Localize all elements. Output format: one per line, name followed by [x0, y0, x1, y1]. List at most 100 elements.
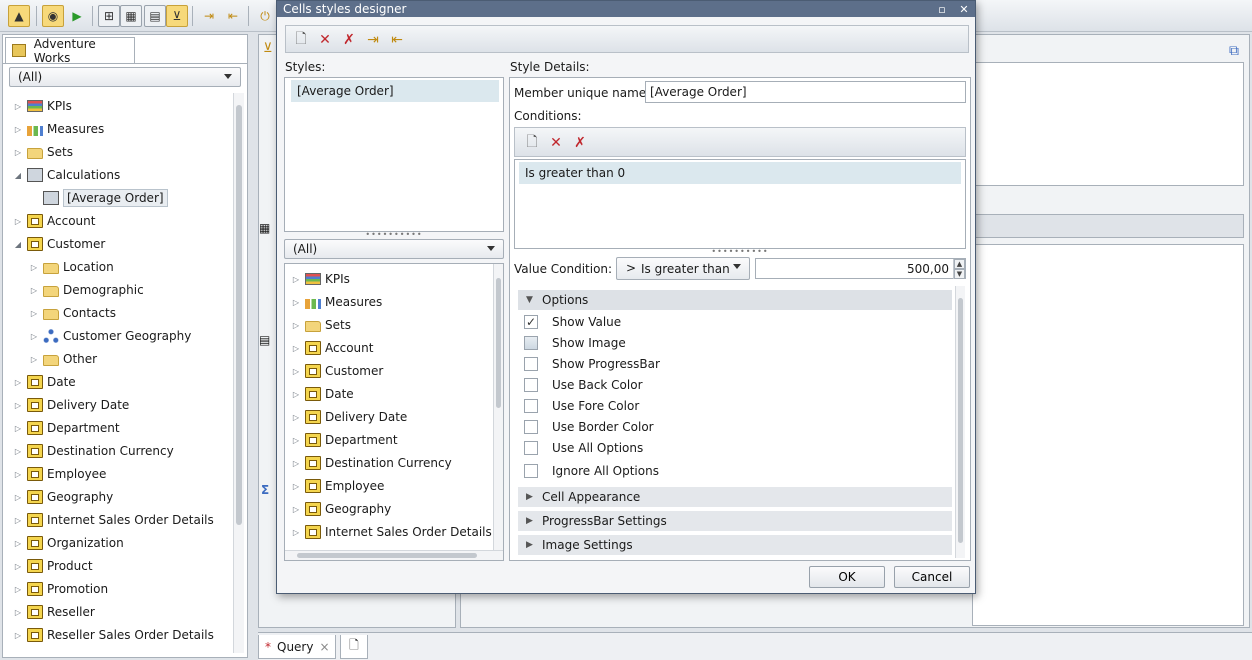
delete-icon[interactable]: ✕: [316, 31, 334, 49]
option-row[interactable]: Use Back Color: [524, 375, 643, 395]
option-checkbox[interactable]: [524, 357, 538, 371]
tree-item[interactable]: ◢ Calculations: [13, 164, 120, 186]
value-condition-operator-select[interactable]: > Is greater than: [616, 257, 750, 280]
tree-item[interactable]: ▷ Contacts: [29, 302, 116, 324]
close-icon[interactable]: ✕: [957, 2, 971, 16]
delete-condition-icon[interactable]: ✕: [547, 134, 565, 152]
tab-adventure-works[interactable]: Adventure Works: [5, 37, 135, 65]
tree-item[interactable]: ▷ Reseller: [13, 601, 95, 623]
section-header[interactable]: ▶ Image Settings: [518, 535, 952, 555]
expand-arrow-icon[interactable]: ▷: [291, 320, 301, 330]
option-row[interactable]: Show Image: [524, 333, 626, 353]
expand-arrow-icon[interactable]: ▷: [13, 400, 23, 410]
option-row[interactable]: ✓ Show Value: [524, 312, 621, 332]
option-row[interactable]: Use Border Color: [524, 417, 654, 437]
expand-arrow-icon[interactable]: ▷: [291, 435, 301, 445]
new-query-tab[interactable]: 🗋: [340, 635, 368, 659]
metadata-tree-scrollbar[interactable]: [233, 93, 244, 653]
expand-arrow-icon[interactable]: ▷: [13, 492, 23, 502]
scrollbar-thumb[interactable]: [297, 553, 477, 558]
tree-item[interactable]: ▷ Date: [13, 371, 76, 393]
expand-arrow-icon[interactable]: ▷: [29, 262, 39, 272]
import-icon[interactable]: ⇥: [364, 31, 382, 49]
expand-arrow-icon[interactable]: ▷: [13, 124, 23, 134]
expand-arrow-icon[interactable]: ▷: [13, 607, 23, 617]
option-checkbox[interactable]: [524, 378, 538, 392]
maximize-icon[interactable]: ▫: [935, 2, 949, 16]
tree-item[interactable]: ▷ KPIs: [13, 95, 72, 117]
tree-item[interactable]: ▷ Department: [13, 417, 120, 439]
expand-arrow-icon[interactable]: ▷: [13, 538, 23, 548]
value-stepper[interactable]: ▲ ▼: [953, 259, 965, 279]
cube-icon[interactable]: ◉: [42, 5, 64, 27]
option-checkbox[interactable]: [524, 441, 538, 455]
grid-icon[interactable]: ▤: [144, 5, 166, 27]
collapse-arrow-icon[interactable]: ◢: [13, 239, 23, 249]
run-icon[interactable]: ▶: [66, 5, 88, 27]
tree-item[interactable]: ▷ Demographic: [29, 279, 144, 301]
tree-item[interactable]: ▷ Internet Sales Order Details: [291, 521, 492, 543]
tree-item[interactable]: ▷ Location: [29, 256, 114, 278]
option-row[interactable]: Ignore All Options: [524, 461, 659, 481]
ok-button[interactable]: OK: [809, 566, 885, 588]
expand-arrow-icon[interactable]: ▷: [291, 274, 301, 284]
new-style-icon[interactable]: 🗋: [292, 31, 310, 49]
option-checkbox[interactable]: [524, 420, 538, 434]
tree-item[interactable]: ▷ Organization: [13, 532, 124, 554]
tree-item[interactable]: ▷ Geography: [291, 498, 391, 520]
expand-arrow-icon[interactable]: ▷: [291, 389, 301, 399]
option-row[interactable]: Show ProgressBar: [524, 354, 660, 374]
expand-arrow-icon[interactable]: ▷: [13, 561, 23, 571]
expand-arrow-icon[interactable]: ▷: [291, 527, 301, 537]
tree-item[interactable]: ▷ Account: [291, 337, 373, 359]
tree-item[interactable]: ▷ KPIs: [291, 268, 350, 290]
conditions-list[interactable]: Is greater than 0: [514, 159, 966, 249]
tree-item[interactable]: [Average Order]: [43, 187, 168, 209]
scrollbar-thumb[interactable]: [496, 278, 501, 408]
tree-item[interactable]: ▷ Customer: [291, 360, 383, 382]
member-name-input[interactable]: [Average Order]: [645, 81, 966, 103]
tree-item[interactable]: ▷ Internet Sales Order Details: [13, 509, 214, 531]
expand-arrow-icon[interactable]: ▷: [291, 343, 301, 353]
copy-icon[interactable]: ⧉: [1229, 43, 1239, 59]
expand-arrow-icon[interactable]: ▷: [291, 458, 301, 468]
tree-item[interactable]: ▷ Delivery Date: [291, 406, 407, 428]
option-checkbox[interactable]: [524, 399, 538, 413]
expand-arrow-icon[interactable]: ▷: [13, 216, 23, 226]
value-condition-input[interactable]: 500,00: [755, 258, 966, 279]
stepper-up-icon[interactable]: ▲: [954, 259, 965, 269]
tree-item[interactable]: ▷ Geography: [13, 486, 113, 508]
scrollbar-thumb[interactable]: [236, 105, 242, 525]
expand-arrow-icon[interactable]: ▷: [13, 423, 23, 433]
expand-arrow-icon[interactable]: ▷: [291, 504, 301, 514]
metadata-filter-select[interactable]: (All): [9, 67, 241, 87]
styles-list[interactable]: [Average Order]: [284, 77, 504, 232]
expand-arrow-icon[interactable]: ▷: [13, 469, 23, 479]
options-section-header[interactable]: ▼ Options: [518, 290, 952, 310]
tree-item[interactable]: ▷ Delivery Date: [13, 394, 129, 416]
tree-item[interactable]: ▷ Account: [13, 210, 95, 232]
expand-arrow-icon[interactable]: ▷: [13, 630, 23, 640]
delete-all-conditions-icon[interactable]: ✗: [571, 134, 589, 152]
splitter-handle[interactable]: ••••••••••: [284, 231, 504, 239]
cancel-button[interactable]: Cancel: [894, 566, 970, 588]
expand-arrow-icon[interactable]: ▷: [291, 366, 301, 376]
close-icon[interactable]: ×: [319, 640, 329, 654]
expand-arrow-icon[interactable]: ▷: [13, 446, 23, 456]
expand-arrow-icon[interactable]: ▷: [291, 412, 301, 422]
style-list-item[interactable]: [Average Order]: [291, 80, 499, 102]
scrollbar-thumb[interactable]: [958, 298, 963, 543]
tree-item[interactable]: ▷ Department: [291, 429, 398, 451]
expand-arrow-icon[interactable]: ▷: [13, 101, 23, 111]
expand-arrow-icon[interactable]: ▷: [29, 354, 39, 364]
expand-arrow-icon[interactable]: ▷: [291, 481, 301, 491]
filter-icon[interactable]: ⊻: [166, 5, 188, 27]
tree-item[interactable]: ▷ Destination Currency: [13, 440, 174, 462]
tree-item[interactable]: ▷ Other: [29, 348, 97, 370]
option-checkbox[interactable]: ✓: [524, 315, 538, 329]
tree-item[interactable]: ▷ Employee: [13, 463, 106, 485]
option-row[interactable]: Use All Options: [524, 438, 643, 458]
tab-query[interactable]: * Query ×: [258, 635, 336, 659]
new-condition-icon[interactable]: 🗋: [523, 134, 541, 152]
delete-all-icon[interactable]: ✗: [340, 31, 358, 49]
